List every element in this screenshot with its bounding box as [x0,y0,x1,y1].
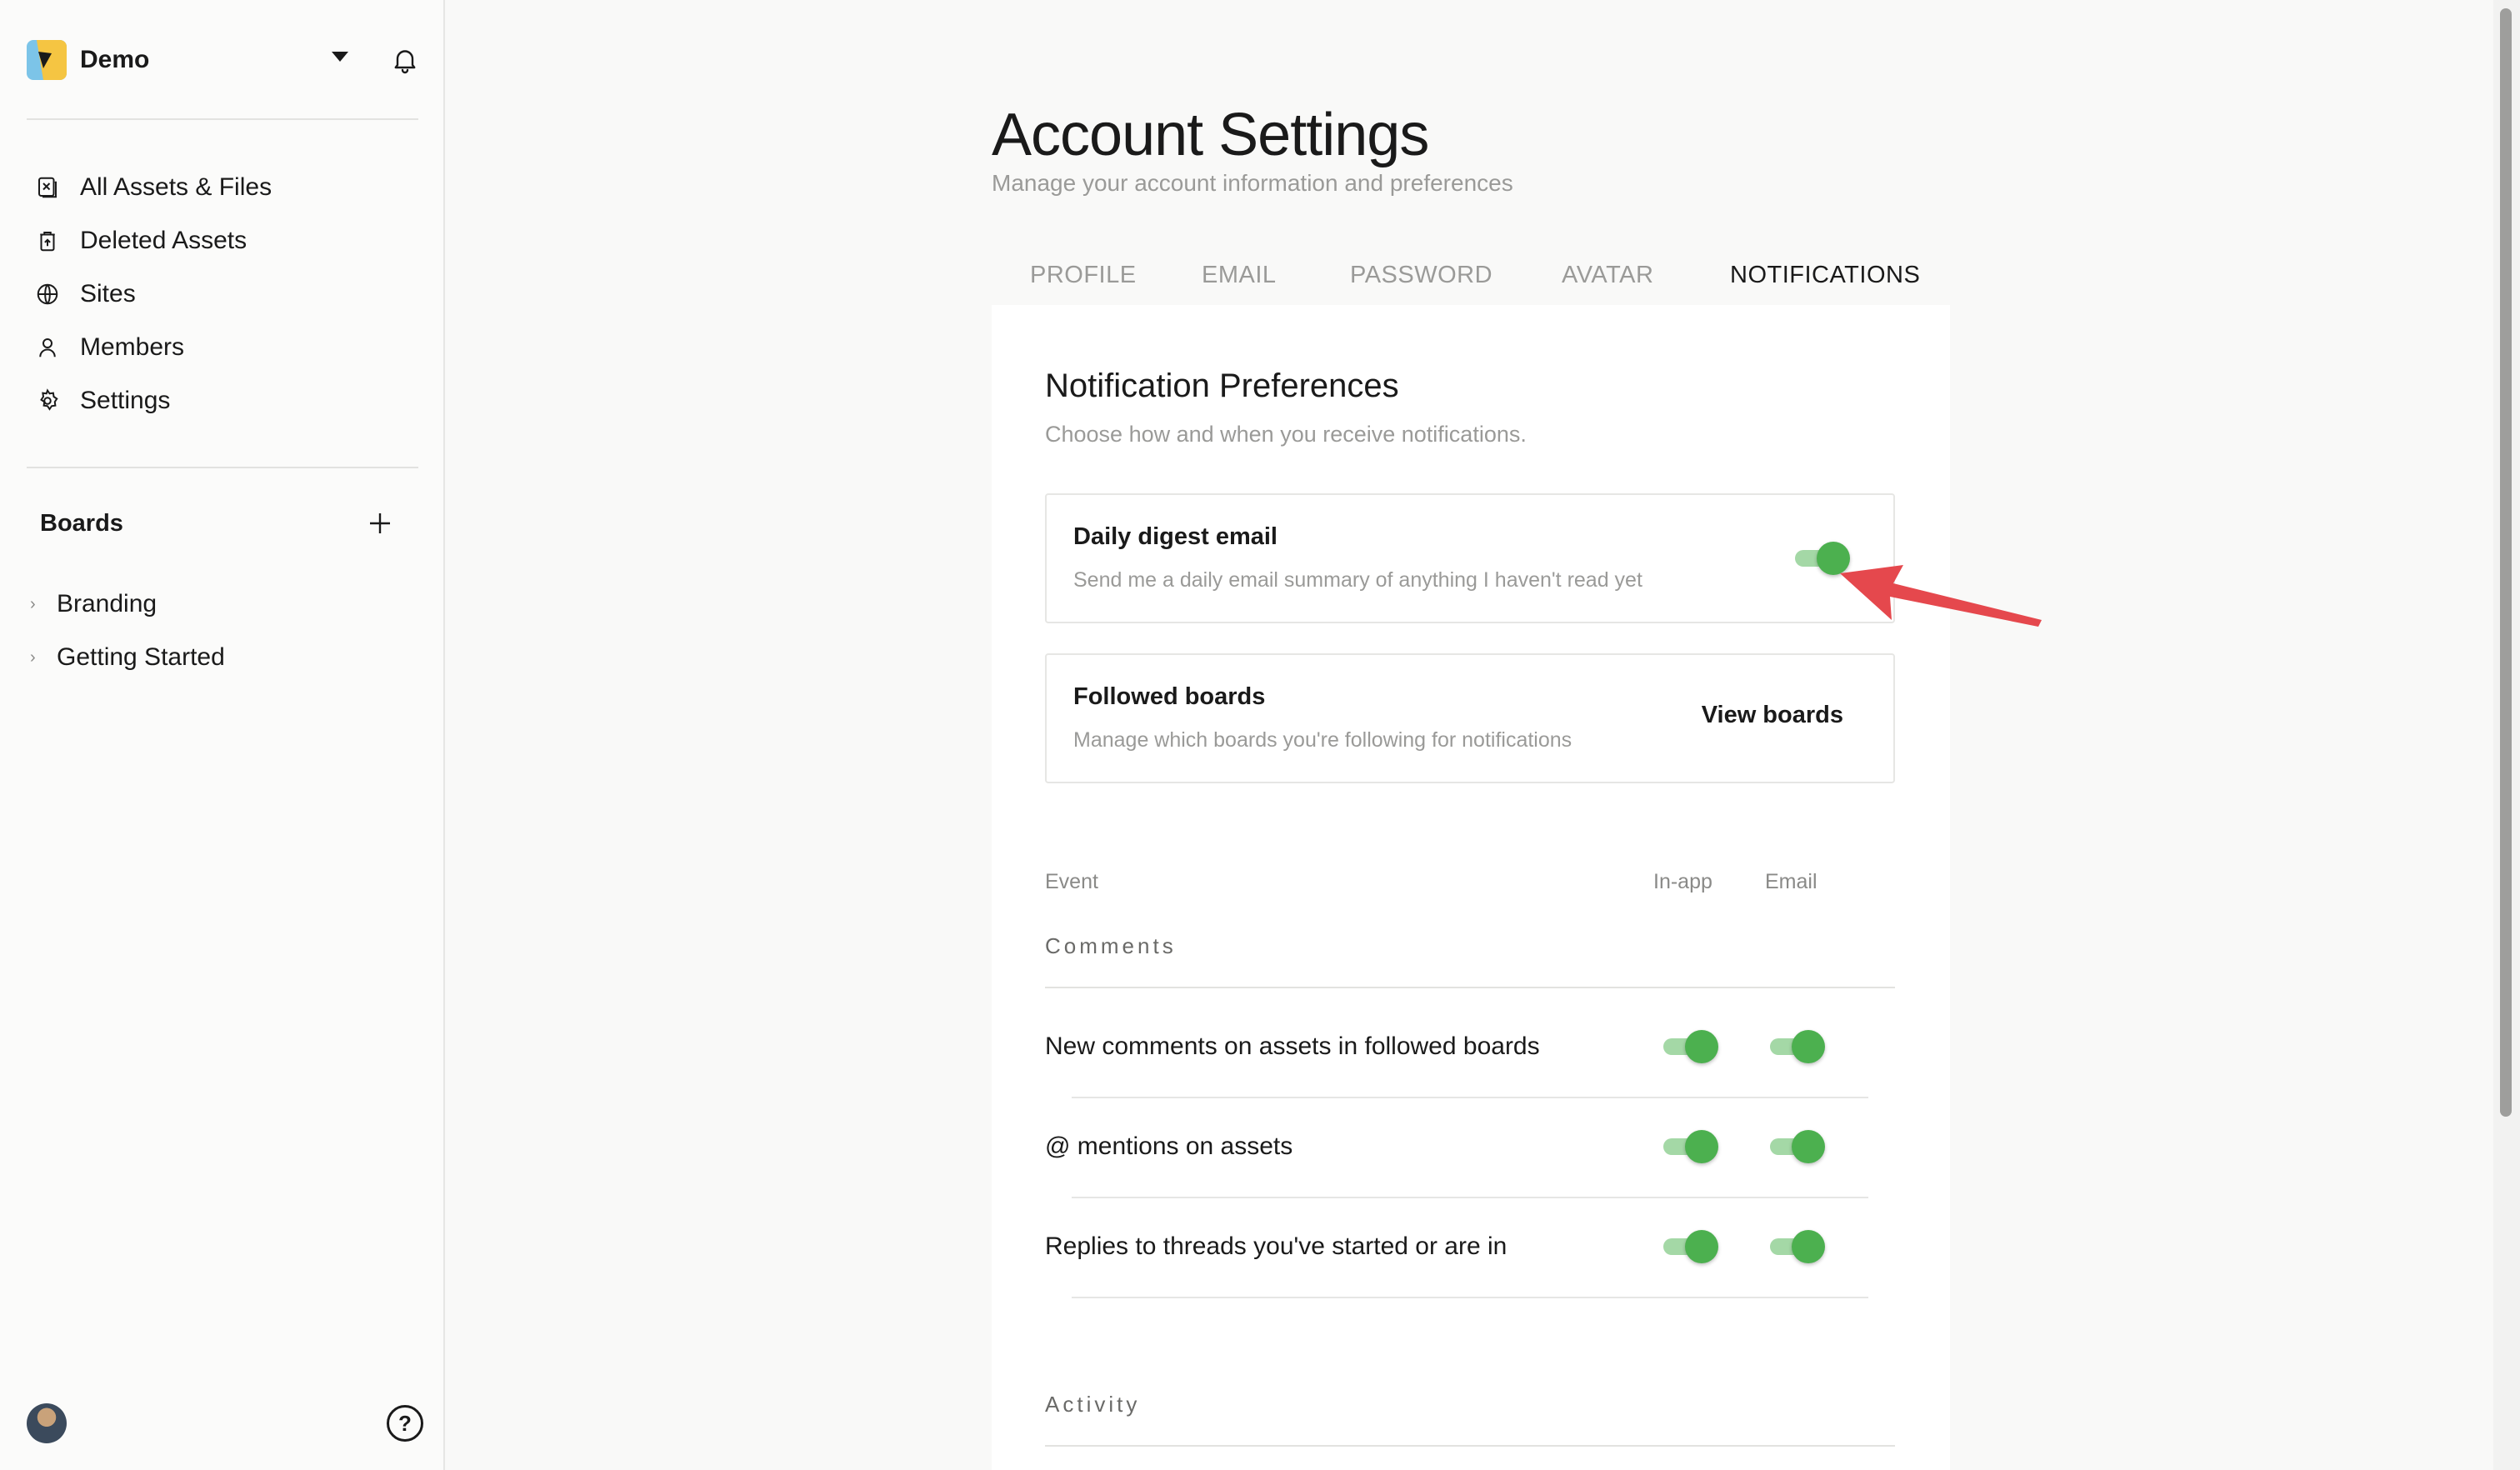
section-subtitle: Choose how and when you receive notifica… [1045,422,1527,447]
board-item-getting-started[interactable]: › Getting Started [30,637,225,678]
row-divider [1072,1097,1868,1098]
sidebar-divider [27,467,418,468]
daily-digest-title: Daily digest email [1073,523,1278,550]
avatar[interactable] [27,1403,67,1443]
replies-in-app-toggle[interactable] [1663,1230,1718,1263]
chevron-right-icon[interactable]: › [30,648,47,668]
annotation-arrow-icon [1840,565,2042,627]
new-comments-email-toggle[interactable] [1770,1030,1825,1063]
globe-icon [33,280,62,308]
chevron-right-icon[interactable]: › [30,595,47,614]
sidebar-item-deleted-assets[interactable]: Deleted Assets [33,220,247,262]
sidebar-item-sites[interactable]: Sites [33,273,136,315]
add-board-icon[interactable] [365,508,395,538]
mentions-email-toggle[interactable] [1770,1130,1825,1163]
group-divider [1045,987,1895,988]
section-title: Notification Preferences [1045,368,1399,404]
column-header-in-app: In-app [1653,870,1712,893]
sidebar-item-label: Settings [80,387,171,414]
page-subtitle: Manage your account information and pref… [992,170,1513,196]
bell-icon[interactable] [390,45,420,75]
daily-digest-card: Daily digest email Send me a daily email… [1045,493,1895,623]
column-header-email: Email [1765,870,1818,893]
page-title: Account Settings [992,102,1429,168]
group-heading-activity: Activity [1045,1392,1141,1417]
workspace-name[interactable]: Demo [80,43,149,77]
tab-avatar[interactable]: AVATAR [1562,258,1653,292]
files-icon [33,173,62,202]
new-comments-in-app-toggle[interactable] [1663,1030,1718,1063]
row-divider [1072,1197,1868,1198]
settings-tabs: PROFILE EMAIL PASSWORD AVATAR NOTIFICATI… [992,247,1950,308]
sidebar-item-label: All Assets & Files [80,173,272,201]
followed-boards-card: Followed boards Manage which boards you'… [1045,653,1895,783]
sidebar-item-label: Deleted Assets [80,227,248,254]
board-item-branding[interactable]: › Branding [30,583,157,625]
sidebar: Demo All Assets & Files Deleted Assets S… [0,0,445,1470]
workspace-logo[interactable] [27,40,67,80]
help-icon[interactable]: ? [387,1405,423,1442]
sidebar-item-settings[interactable]: Settings [33,380,170,422]
column-header-event: Event [1045,870,1098,893]
tab-password[interactable]: PASSWORD [1350,258,1492,292]
sidebar-item-label: Sites [80,280,136,308]
workspace-dropdown-icon[interactable] [332,52,348,62]
boards-heading: Boards [40,510,123,537]
sidebar-item-label: Members [80,333,185,361]
replies-email-toggle[interactable] [1770,1230,1825,1263]
followed-boards-title: Followed boards [1073,683,1266,710]
scrollbar-thumb[interactable] [2500,8,2512,1117]
daily-digest-description: Send me a daily email summary of anythin… [1073,568,1642,592]
sidebar-item-all-assets[interactable]: All Assets & Files [33,167,272,208]
tab-profile[interactable]: PROFILE [1030,258,1137,292]
view-boards-button[interactable]: View boards [1702,702,1843,729]
group-heading-comments: Comments [1045,933,1177,958]
tab-notifications[interactable]: NOTIFICATIONS [1730,258,1921,308]
scrollbar[interactable] [2493,0,2520,1470]
person-icon [33,333,62,362]
trash-icon [33,227,62,255]
event-label: @ mentions on assets [1045,1132,1293,1160]
event-label: New comments on assets in followed board… [1045,1032,1540,1060]
sidebar-item-members[interactable]: Members [33,327,184,368]
followed-boards-description: Manage which boards you're following for… [1073,728,1572,752]
board-label: Branding [57,590,158,618]
notifications-panel: Notification Preferences Choose how and … [992,305,1950,1470]
mentions-in-app-toggle[interactable] [1663,1130,1718,1163]
event-label: Replies to threads you've started or are… [1045,1232,1508,1260]
tab-email[interactable]: EMAIL [1202,258,1277,292]
board-label: Getting Started [57,643,225,671]
sidebar-divider [27,118,418,120]
group-divider [1045,1445,1895,1447]
row-divider [1072,1297,1868,1298]
gear-icon [33,387,62,415]
